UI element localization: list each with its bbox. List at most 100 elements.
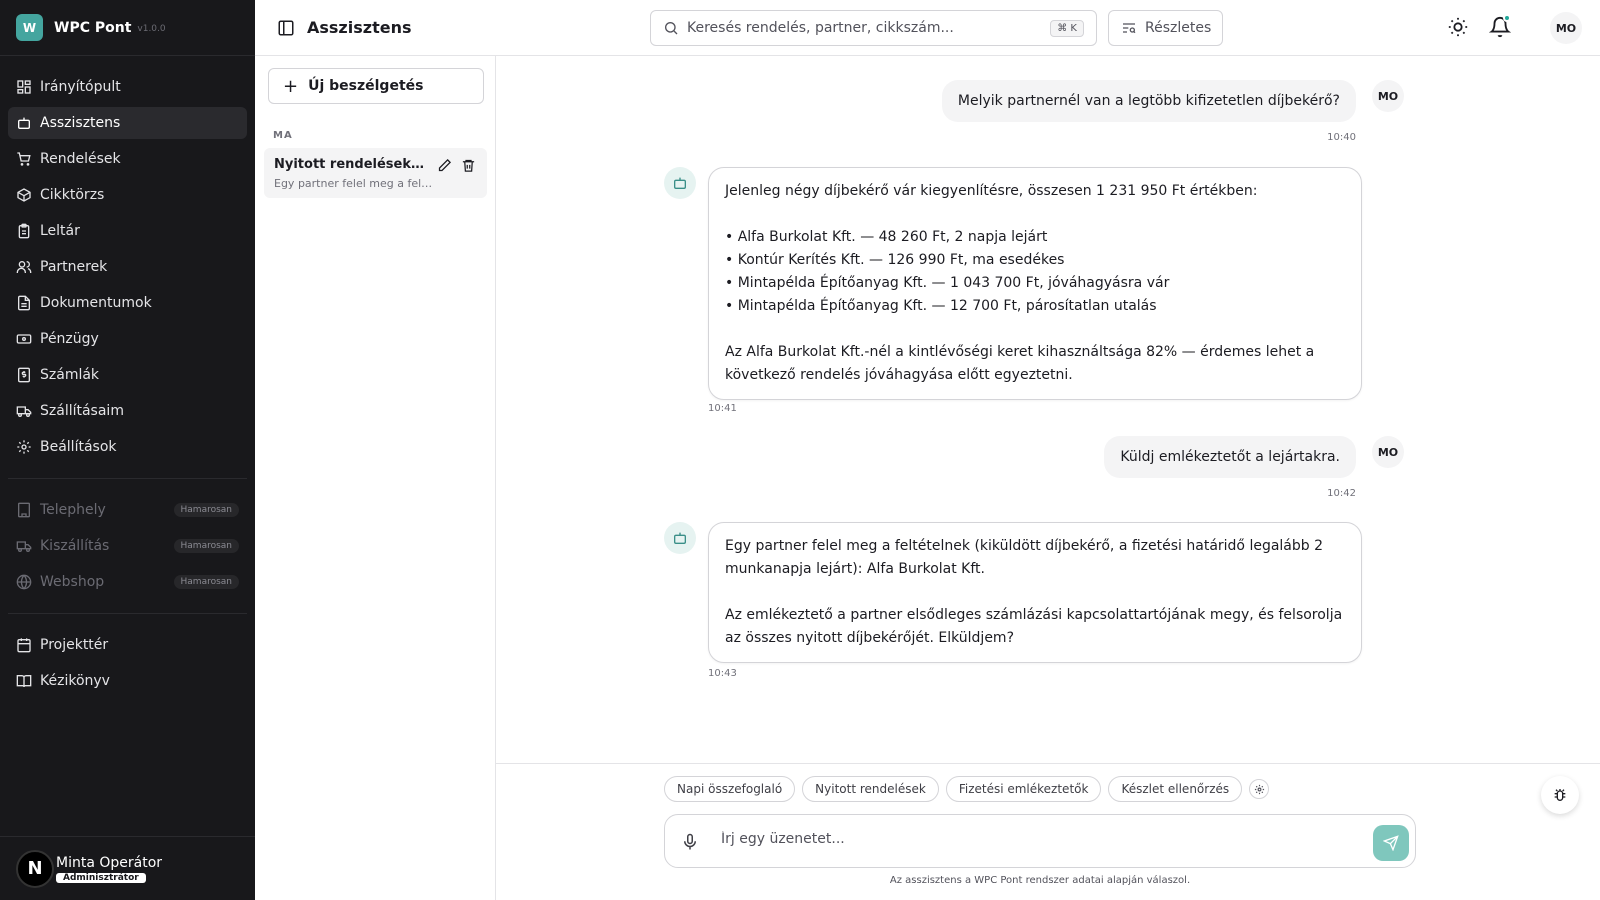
gear-icon bbox=[1254, 784, 1264, 794]
user-avatar: N bbox=[16, 849, 54, 888]
sidebar-item-penzugy[interactable]: Pénzügy bbox=[8, 323, 247, 355]
search-shortcut: ⌘ K bbox=[1050, 19, 1084, 37]
chat-area: Melyik partnernél van a legtöbb kifizete… bbox=[496, 56, 1600, 763]
message-line: • Mintapélda Építőanyag Kft. — 1 043 700… bbox=[725, 275, 1170, 291]
truck-icon bbox=[16, 541, 32, 552]
sidebar-item-projektter[interactable]: Projekttér bbox=[8, 629, 247, 661]
sidebar-divider bbox=[8, 613, 247, 614]
building-icon bbox=[18, 502, 30, 518]
plus-icon: + bbox=[283, 75, 299, 97]
theme-sun-icon[interactable] bbox=[1447, 16, 1469, 38]
bot-icon bbox=[674, 177, 686, 189]
sidebar-item-label: Kiszállítás bbox=[40, 538, 110, 554]
conversation-group-label: MA bbox=[273, 130, 293, 141]
sidebar-item-szamlak[interactable]: Számlák bbox=[8, 359, 247, 391]
new-conversation-button[interactable]: + Új beszélgetés bbox=[268, 68, 484, 104]
sidebar-nav: Irányítópult Asszisztens Rendelések Cikk… bbox=[0, 56, 255, 463]
message-line: Egy partner felel meg a feltételnek (kik… bbox=[725, 538, 1324, 577]
gear-icon bbox=[17, 440, 31, 454]
bug-report-button[interactable] bbox=[1541, 776, 1579, 814]
sidebar-item-dokumentumok[interactable]: Dokumentumok bbox=[8, 287, 247, 319]
send-button[interactable] bbox=[1373, 825, 1409, 861]
banknote-icon bbox=[16, 334, 32, 344]
coming-soon-badge: Hamarosan bbox=[173, 503, 239, 517]
quick-action-chip[interactable]: Fizetési emlékeztetők bbox=[945, 776, 1102, 802]
sidebar-item-label: Cikktörzs bbox=[40, 187, 105, 203]
conversation-title: Nyitott rendelések és fizetési emlékezte… bbox=[274, 157, 424, 172]
message-time: 10:41 bbox=[708, 403, 737, 414]
sidebar-item-cikktorzs[interactable]: Cikktörzs bbox=[8, 179, 247, 211]
brand[interactable]: W WPC Pont v1.0.0 bbox=[0, 0, 255, 56]
document-icon bbox=[18, 295, 30, 311]
sidebar-item-label: Szállításaim bbox=[40, 403, 124, 419]
search-box[interactable]: ⌘ K bbox=[650, 10, 1097, 46]
sidebar-item-label: Dokumentumok bbox=[40, 295, 152, 311]
quick-action-chip[interactable]: Nyitott rendelések bbox=[802, 776, 939, 802]
message-line: • Kontúr Kerítés Kft. — 126 990 Ft, ma e… bbox=[725, 252, 1065, 268]
user-message: Küldj emlékeztetőt a lejártakra. bbox=[1104, 436, 1356, 478]
filter-search-icon bbox=[1123, 23, 1136, 34]
assistant-avatar bbox=[664, 167, 696, 199]
dashboard-icon bbox=[17, 80, 31, 94]
edit-icon[interactable] bbox=[437, 158, 452, 173]
sidebar-item-label: Számlák bbox=[40, 367, 100, 383]
quick-action-chip[interactable]: Készlet ellenőrzés bbox=[1108, 776, 1243, 802]
package-icon bbox=[17, 188, 31, 202]
user-role-badge: Adminisztrátor bbox=[56, 872, 146, 883]
sidebar-item-label: Projekttér bbox=[40, 637, 109, 653]
user-info: Minta Operátor Adminisztrátor bbox=[56, 855, 162, 883]
sidebar-item-label: Irányítópult bbox=[40, 79, 121, 95]
sidebar-item-label: Webshop bbox=[40, 574, 105, 590]
message-line: Jelenleg négy díjbekérő vár kiegyenlítés… bbox=[725, 183, 1258, 199]
message-time: 10:40 bbox=[1327, 132, 1356, 143]
message-line: • Mintapélda Építőanyag Kft. — 12 700 Ft… bbox=[725, 298, 1157, 314]
user-message-avatar: MO bbox=[1372, 80, 1404, 112]
top-header: Asszisztens ⌘ K Részletes MO bbox=[255, 0, 1600, 56]
quick-action-chip[interactable]: Napi összefoglaló bbox=[664, 776, 796, 802]
sidebar-item-partnerek[interactable]: Partnerek bbox=[8, 251, 247, 283]
quick-actions-settings-button[interactable] bbox=[1249, 779, 1270, 799]
sidebar-item-rendelesek[interactable]: Rendelések bbox=[8, 143, 247, 175]
sidebar-item-asszisztens[interactable]: Asszisztens bbox=[8, 107, 247, 139]
conversation-panel: + Új beszélgetés MA Nyitott rendelések é… bbox=[255, 56, 496, 900]
sidebar-item-szallitasaim[interactable]: Szállításaim bbox=[8, 395, 247, 427]
sidebar-item-beallitasok[interactable]: Beállítások bbox=[8, 431, 247, 463]
sidebar-toggle-icon[interactable] bbox=[277, 19, 295, 37]
user-profile[interactable]: N Minta Operátor Adminisztrátor bbox=[0, 836, 255, 900]
sidebar-item-label: Asszisztens bbox=[40, 115, 121, 131]
message-input[interactable] bbox=[721, 831, 1321, 847]
sidebar-item-iranyitopult[interactable]: Irányítópult bbox=[8, 71, 247, 103]
receipt-icon bbox=[18, 367, 30, 383]
globe-icon bbox=[16, 574, 32, 590]
new-conversation-label: Új beszélgetés bbox=[308, 78, 424, 94]
message-composer[interactable] bbox=[664, 814, 1416, 868]
message-line: • Alfa Burkolat Kft. — 48 260 Ft, 2 napj… bbox=[725, 229, 1048, 245]
page-title: Asszisztens bbox=[307, 18, 412, 37]
message-time: 10:42 bbox=[1327, 488, 1356, 499]
user-name: Minta Operátor bbox=[56, 854, 163, 871]
sidebar-item-leltar[interactable]: Leltár bbox=[8, 215, 247, 247]
truck-icon bbox=[16, 406, 32, 417]
coming-soon-badge: Hamarosan bbox=[173, 539, 239, 553]
users-icon bbox=[16, 261, 32, 273]
detailed-search-button[interactable]: Részletes bbox=[1108, 10, 1223, 46]
sidebar-divider bbox=[8, 478, 247, 479]
sidebar-item-kiszallitas: Kiszállítás Hamarosan bbox=[8, 530, 247, 562]
user-menu-avatar[interactable]: MO bbox=[1550, 12, 1582, 44]
message-line: Az Alfa Burkolat Kft.-nél a kintlévőségi… bbox=[725, 344, 1315, 383]
sidebar-item-label: Leltár bbox=[40, 223, 80, 239]
sidebar-item-telephely: Telephely Hamarosan bbox=[8, 494, 247, 526]
assistant-message: Jelenleg négy díjbekérő vár kiegyenlítés… bbox=[708, 167, 1362, 400]
composer-footnote: Az asszisztens a WPC Pont rendszer adata… bbox=[889, 875, 1191, 886]
sidebar-item-webshop: Webshop Hamarosan bbox=[8, 566, 247, 598]
app-logo: W bbox=[16, 14, 43, 41]
search-input[interactable] bbox=[687, 20, 1027, 36]
trash-icon[interactable] bbox=[461, 158, 476, 173]
calendar-icon bbox=[17, 638, 31, 653]
conversation-preview: Egy partner felel meg a feltételnek (kik… bbox=[274, 177, 434, 190]
microphone-icon[interactable] bbox=[681, 833, 699, 851]
sidebar-item-kezikonyv[interactable]: Kézikönyv bbox=[8, 665, 247, 697]
cart-icon bbox=[17, 152, 31, 166]
conversation-item[interactable]: Nyitott rendelések és fizetési emlékezte… bbox=[264, 148, 487, 198]
